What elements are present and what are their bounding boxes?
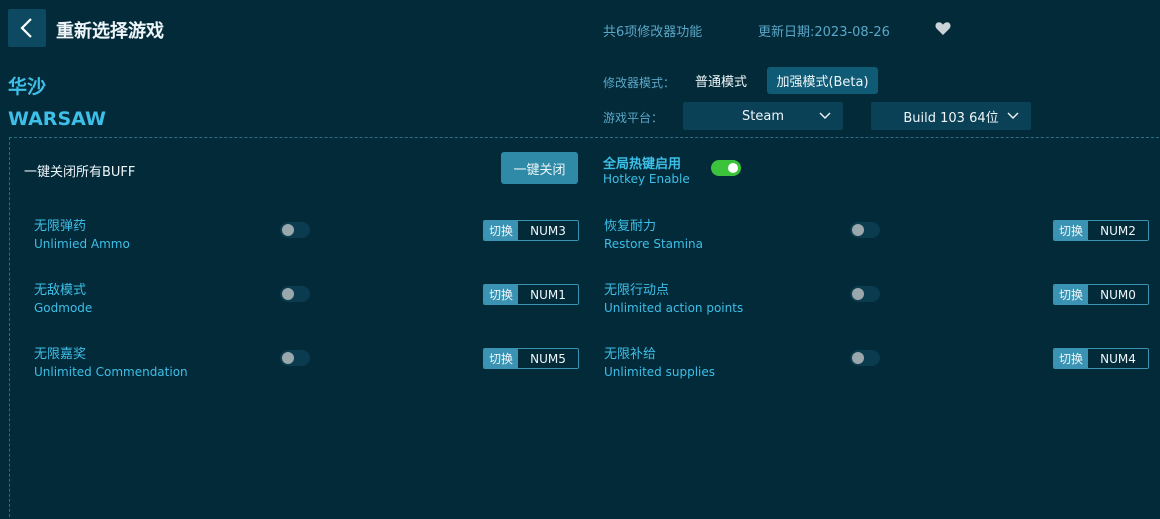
feature-toggle[interactable]: [850, 350, 880, 366]
mode-label: 修改器模式：: [603, 76, 676, 90]
feature-name-en: Godmode: [34, 301, 93, 315]
feature-name-cn: 恢复耐力: [604, 219, 657, 234]
toggle-knob: [282, 288, 294, 300]
keybind[interactable]: 切换 NUM4: [1053, 348, 1149, 369]
feature-toggle[interactable]: [280, 286, 310, 302]
switch-label: 切换: [1054, 285, 1088, 304]
feature-item: 无限行动点 Unlimited action points: [604, 279, 743, 315]
keybind[interactable]: 切换 NUM5: [483, 348, 579, 369]
back-button[interactable]: [8, 9, 46, 47]
toggle-knob: [852, 288, 864, 300]
close-all-buff-button[interactable]: 一键关闭: [501, 152, 578, 184]
feature-name-en: Unlimited Commendation: [34, 365, 188, 379]
feature-count: 共6项修改器功能: [603, 25, 703, 40]
chevron-down-icon: [819, 112, 831, 119]
feature-toggle[interactable]: [280, 222, 310, 238]
hotkey-key: NUM3: [518, 221, 578, 240]
keybind[interactable]: 切换 NUM0: [1053, 284, 1149, 305]
mode-beta-button[interactable]: 加强模式(Beta): [767, 67, 878, 94]
switch-label: 切换: [484, 349, 518, 368]
hotkey-label-en: Hotkey Enable: [603, 172, 690, 186]
build-dropdown[interactable]: Build 103 64位: [871, 102, 1031, 130]
switch-label: 切换: [484, 221, 518, 240]
chevron-left-icon: [20, 18, 32, 38]
mode-normal-button[interactable]: 普通模式: [684, 67, 758, 94]
hotkey-key: NUM0: [1088, 285, 1148, 304]
switch-label: 切换: [1054, 221, 1088, 240]
hotkey-key: NUM2: [1088, 221, 1148, 240]
feature-toggle[interactable]: [280, 350, 310, 366]
feature-name-en: Unlimited supplies: [604, 365, 715, 379]
game-name-en: WARSAW: [8, 108, 106, 130]
hotkey-key: NUM4: [1088, 349, 1148, 368]
chevron-down-icon: [1007, 112, 1019, 119]
switch-label: 切换: [1054, 349, 1088, 368]
switch-label: 切换: [484, 285, 518, 304]
heart-icon[interactable]: [935, 21, 951, 36]
feature-toggle[interactable]: [850, 222, 880, 238]
feature-name-en: Unlimied Ammo: [34, 237, 130, 251]
toggle-knob: [282, 352, 294, 364]
close-all-buff-label: 一键关闭所有BUFF: [24, 165, 136, 180]
feature-name-cn: 无敌模式: [34, 283, 87, 298]
toggle-knob: [728, 163, 738, 173]
keybind[interactable]: 切换 NUM3: [483, 220, 579, 241]
game-name-cn: 华沙: [8, 76, 47, 98]
keybind[interactable]: 切换 NUM1: [483, 284, 579, 305]
toggle-knob: [282, 224, 294, 236]
page-title: 重新选择游戏: [56, 21, 164, 42]
toggle-knob: [852, 224, 864, 236]
feature-name-cn: 无限嘉奖: [34, 347, 87, 362]
cheat-panel: [9, 137, 1160, 519]
keybind[interactable]: 切换 NUM2: [1053, 220, 1149, 241]
feature-item: 无限补给 Unlimited supplies: [604, 343, 715, 379]
feature-item: 无敌模式 Godmode: [34, 279, 92, 315]
hotkey-label-cn: 全局热键启用: [603, 157, 682, 172]
platform-dropdown[interactable]: Steam: [683, 102, 843, 130]
feature-name-cn: 无限弹药: [34, 219, 87, 234]
hotkey-key: NUM1: [518, 285, 578, 304]
feature-item: 无限弹药 Unlimied Ammo: [34, 215, 130, 251]
feature-name-cn: 无限补给: [604, 347, 657, 362]
feature-item: 恢复耐力 Restore Stamina: [604, 215, 703, 251]
feature-toggle[interactable]: [850, 286, 880, 302]
hotkey-key: NUM5: [518, 349, 578, 368]
feature-name-en: Restore Stamina: [604, 237, 704, 251]
feature-name-cn: 无限行动点: [604, 283, 670, 298]
update-date: 更新日期:2023-08-26: [758, 25, 890, 40]
toggle-knob: [852, 352, 864, 364]
feature-name-en: Unlimited action points: [604, 301, 744, 315]
feature-item: 无限嘉奖 Unlimited Commendation: [34, 343, 188, 379]
hotkey-toggle[interactable]: [711, 160, 741, 176]
platform-label: 游戏平台：: [603, 111, 664, 125]
